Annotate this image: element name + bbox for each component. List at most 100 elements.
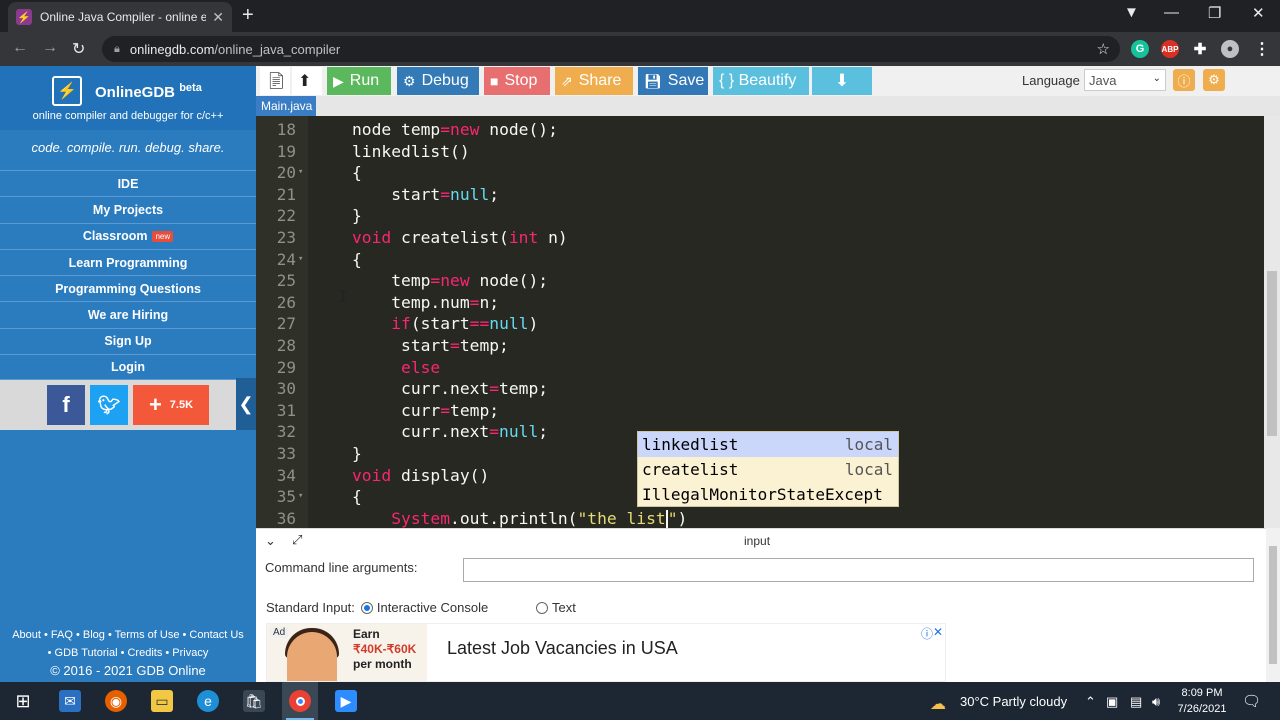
- language-select[interactable]: Java ⌄: [1084, 69, 1166, 91]
- browser-tab[interactable]: ⚡ Online Java Compiler - online ed ✕: [8, 2, 232, 32]
- page-scrollbar-thumb[interactable]: [1269, 546, 1277, 664]
- collapse-chevron-icon[interactable]: ⌄: [265, 533, 276, 549]
- ad-close-icon[interactable]: ✕: [933, 625, 943, 639]
- code-line[interactable]: 24 ▾ {: [256, 249, 1264, 271]
- reload-icon[interactable]: ↻: [72, 39, 85, 59]
- network-icon[interactable]: ▣: [1106, 694, 1118, 710]
- code-line[interactable]: 27 if(start==null): [256, 313, 1264, 335]
- profile-dropdown-icon[interactable]: ▼: [1124, 4, 1139, 21]
- url-field[interactable]: 🔒︎ onlinegdb.com/online_java_compiler ☆: [102, 36, 1120, 62]
- fold-arrow-icon[interactable]: ▾: [298, 249, 303, 271]
- settings-button[interactable]: ⚙: [1203, 69, 1225, 91]
- file-explorer-icon[interactable]: ▭: [151, 690, 173, 712]
- new-tab-button[interactable]: +: [242, 4, 254, 27]
- advertisement[interactable]: Ad Earn ₹40K-₹60K per month Latest Job V…: [266, 623, 946, 682]
- sidebar-item-learn-programming[interactable]: Learn Programming: [0, 248, 256, 275]
- brand-header[interactable]: ⚡ OnlineGDB beta online compiler and deb…: [0, 66, 256, 130]
- autocomplete-word: IllegalMonitorStateExcept: [642, 485, 883, 504]
- sidebar-item-my-projects[interactable]: My Projects: [0, 196, 256, 222]
- stop-button[interactable]: ■ Stop: [484, 67, 550, 95]
- debug-button[interactable]: ⚙ Debug: [397, 67, 479, 95]
- code-line[interactable]: 22}: [256, 205, 1264, 227]
- browser-menu-icon[interactable]: ⋮: [1253, 40, 1271, 58]
- expand-icon[interactable]: ⤢: [292, 532, 302, 548]
- ad-info-icon[interactable]: ⓘ: [921, 625, 933, 642]
- code-line[interactable]: 26 temp.num=n;: [256, 292, 1264, 314]
- volume-icon[interactable]: 🔊︎: [1152, 694, 1160, 710]
- debug-label: Debug: [421, 72, 469, 89]
- fold-arrow-icon[interactable]: ▾: [298, 162, 303, 184]
- cmd-args-input[interactable]: [463, 558, 1254, 582]
- share-count-button[interactable]: +7.5K: [133, 385, 209, 425]
- footer-links[interactable]: About • FAQ • Blog • Terms of Use • Cont…: [0, 626, 256, 644]
- weather-text[interactable]: 30°C Partly cloudy: [960, 694, 1067, 709]
- sidebar-item-we-are-hiring[interactable]: We are Hiring: [0, 301, 256, 327]
- forward-icon[interactable]: →: [42, 39, 58, 57]
- clock[interactable]: 8:09 PM 7/26/2021: [1170, 685, 1234, 717]
- code-line[interactable]: 23 void createlist(int n): [256, 227, 1264, 249]
- code-line[interactable]: 29 else: [256, 357, 1264, 379]
- close-window-icon[interactable]: ✕: [1252, 4, 1265, 22]
- adblock-extension-icon[interactable]: ABP: [1161, 40, 1179, 58]
- footer-links-2[interactable]: • GDB Tutorial • Credits • Privacy: [0, 644, 256, 662]
- zoom-icon[interactable]: ▶: [335, 690, 357, 712]
- minimize-icon[interactable]: —: [1164, 4, 1179, 21]
- code-line[interactable]: 20 ▾ {: [256, 162, 1264, 184]
- save-button[interactable]: 💾︎ Save: [638, 67, 708, 95]
- notification-icon[interactable]: 🗨︎: [1242, 692, 1261, 710]
- restore-icon[interactable]: ❐: [1208, 4, 1221, 22]
- code-line[interactable]: 21 start=null;: [256, 184, 1264, 206]
- weather-icon[interactable]: ☁: [930, 694, 946, 714]
- code-line[interactable]: 18 node temp=new node();: [256, 119, 1264, 141]
- chrome-icon[interactable]: [289, 690, 311, 712]
- sidebar-item-sign-up[interactable]: Sign Up: [0, 327, 256, 354]
- code-line[interactable]: 25 temp=new node();: [256, 270, 1264, 292]
- code-line[interactable]: 31 curr=temp;: [256, 400, 1264, 422]
- tab-close-icon[interactable]: ✕: [212, 9, 224, 26]
- ad-headline[interactable]: Latest Job Vacancies in USA: [447, 638, 678, 659]
- file-tab-main-java[interactable]: Main.java: [256, 96, 316, 116]
- stdin-option-text[interactable]: Text: [530, 600, 576, 615]
- code-line[interactable]: 28 start=temp;: [256, 335, 1264, 357]
- sidebar-item-classroom[interactable]: Classroom new: [0, 222, 256, 249]
- sidebar-item-programming-questions[interactable]: Programming Questions: [0, 275, 256, 301]
- autocomplete-item[interactable]: IllegalMonitorStateExcept: [638, 482, 898, 507]
- share-button[interactable]: ⇗ Share: [555, 67, 633, 95]
- profile-avatar-icon[interactable]: ●: [1221, 40, 1239, 58]
- interactive-console-radio[interactable]: [360, 601, 373, 614]
- upload-button[interactable]: ⬆: [292, 67, 322, 95]
- new-file-button[interactable]: 📄︎: [260, 67, 290, 95]
- autocomplete-item[interactable]: linkedlist local: [638, 432, 898, 457]
- download-button[interactable]: ⬇: [812, 67, 872, 95]
- editor-scrollbar-thumb[interactable]: [1267, 271, 1277, 436]
- bookmark-star-icon[interactable]: ☆: [1097, 40, 1110, 58]
- sidebar-item-ide[interactable]: IDE: [0, 170, 256, 196]
- twitter-share-button[interactable]: 🐦︎: [90, 385, 128, 425]
- autocomplete-popup: linkedlist local createlist local IllegalM…: [637, 431, 899, 507]
- text-radio[interactable]: [536, 601, 548, 614]
- fold-arrow-icon[interactable]: ▾: [298, 486, 303, 508]
- collapse-sidebar-button[interactable]: ❮: [236, 378, 256, 430]
- code-line[interactable]: 36 System.out.println("the list "): [256, 508, 1264, 528]
- beautify-button[interactable]: { } Beautify: [713, 67, 809, 95]
- editor-scrollbar[interactable]: [1264, 116, 1280, 528]
- info-button[interactable]: ⓘ: [1173, 69, 1195, 91]
- windows-start-icon[interactable]: ⊞: [12, 690, 34, 712]
- firefox-icon[interactable]: ◉: [105, 690, 127, 712]
- code-line[interactable]: 19 linkedlist(): [256, 141, 1264, 163]
- sidebar-item-login[interactable]: Login: [0, 354, 256, 381]
- mail-icon[interactable]: ✉: [59, 690, 81, 712]
- code-line[interactable]: 30 curr.next=temp;: [256, 378, 1264, 400]
- keyboard-icon[interactable]: ▤: [1130, 694, 1142, 710]
- edge-icon[interactable]: e: [197, 690, 219, 712]
- extensions-puzzle-icon[interactable]: ✚: [1191, 40, 1209, 58]
- autocomplete-item[interactable]: createlist local: [638, 457, 898, 482]
- run-button[interactable]: ▶ Run: [327, 67, 391, 95]
- store-icon[interactable]: 🛍︎: [243, 690, 265, 712]
- grammarly-extension-icon[interactable]: G: [1131, 40, 1149, 58]
- stdin-option-console[interactable]: Standard Input: Interactive Console: [266, 600, 488, 615]
- tray-chevron-icon[interactable]: ⌃: [1085, 694, 1096, 710]
- page-scrollbar[interactable]: [1266, 528, 1280, 682]
- facebook-share-button[interactable]: f: [47, 385, 85, 425]
- back-icon[interactable]: ←: [12, 39, 28, 57]
